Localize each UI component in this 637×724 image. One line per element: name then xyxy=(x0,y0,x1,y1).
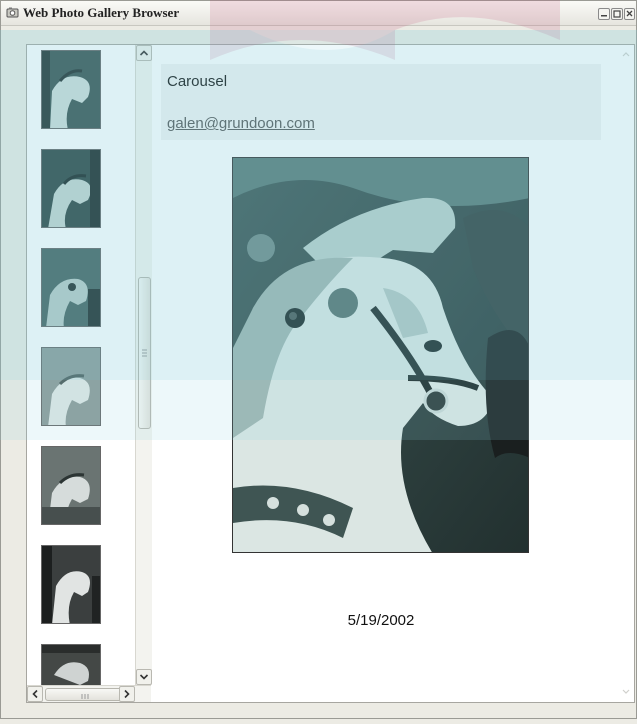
chevron-up-icon xyxy=(622,52,630,57)
thumbnail-3[interactable] xyxy=(41,248,101,327)
thumbnail-horizontal-scrollbar[interactable] xyxy=(27,685,151,702)
thumbnail-5[interactable] xyxy=(41,446,101,525)
scroll-up-button[interactable] xyxy=(136,45,152,61)
maximize-button[interactable] xyxy=(611,8,623,20)
thumbnail-1[interactable] xyxy=(41,50,101,129)
thumbnail-list xyxy=(27,45,135,685)
thumbnail-4[interactable] xyxy=(41,347,101,426)
close-icon xyxy=(626,10,633,17)
thumbnail-6[interactable] xyxy=(41,545,101,624)
photo-title: Carousel xyxy=(167,73,228,90)
minimize-icon xyxy=(601,15,607,17)
chevron-right-icon xyxy=(124,689,130,699)
chevron-left-icon xyxy=(32,689,38,699)
thumbnail-pane[interactable] xyxy=(26,44,153,703)
scroll-right-button[interactable] xyxy=(119,686,135,702)
photo-date: 5/19/2002 xyxy=(347,612,415,629)
chevron-up-icon xyxy=(139,50,149,56)
horizontal-scrollbar-thumb[interactable] xyxy=(45,688,125,701)
close-button[interactable] xyxy=(624,8,635,20)
chevron-down-icon xyxy=(139,674,149,680)
window-title: Web Photo Gallery Browser xyxy=(23,5,180,20)
main-photo xyxy=(232,157,529,553)
thumbnail-2[interactable] xyxy=(41,149,101,228)
grip-icon xyxy=(81,694,89,699)
photo-view-pane: Carousel galen@grundoon.com 5/19/2002 xyxy=(152,44,635,703)
grip-icon xyxy=(142,349,147,357)
minimize-button[interactable] xyxy=(598,8,610,20)
chevron-down-icon xyxy=(622,689,630,694)
app-window: Web Photo Gallery Browser Carousel galen… xyxy=(0,0,637,719)
scrollbar-thumb[interactable] xyxy=(138,277,151,429)
thumbnail-vertical-scrollbar[interactable] xyxy=(135,45,152,685)
title-bar[interactable]: Web Photo Gallery Browser xyxy=(1,1,636,26)
thumbnail-7[interactable] xyxy=(41,644,101,685)
author-email-link[interactable]: galen@grundoon.com xyxy=(167,115,315,132)
maximize-icon xyxy=(613,10,621,18)
scroll-left-button[interactable] xyxy=(27,686,43,702)
main-vertical-scrollbar[interactable] xyxy=(618,45,634,701)
scroll-down-button[interactable] xyxy=(136,669,152,685)
camera-icon xyxy=(6,6,19,19)
